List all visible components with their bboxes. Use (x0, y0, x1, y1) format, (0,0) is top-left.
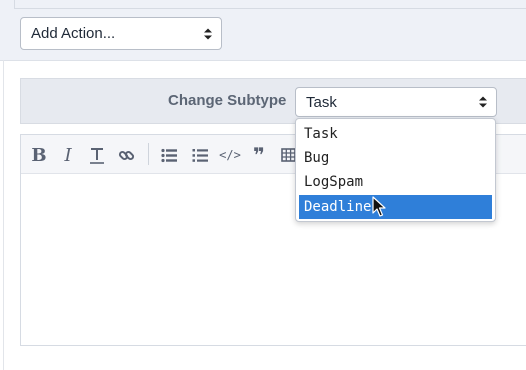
subtype-option-bug[interactable]: Bug (299, 146, 492, 170)
bold-icon[interactable]: B (30, 145, 48, 166)
subtype-option-logspam[interactable]: LogSpam (299, 170, 492, 194)
add-action-select[interactable]: Add Action... (20, 17, 222, 50)
add-action-value: Add Action... (31, 25, 116, 42)
mouse-cursor-icon (372, 196, 386, 217)
top-panel-edge (14, 0, 526, 9)
table-icon[interactable] (280, 145, 296, 165)
toolbar-divider (148, 143, 149, 165)
subtype-dropdown-list: Task Bug LogSpam Deadline (295, 118, 496, 222)
link-icon[interactable] (117, 145, 135, 165)
monospace-icon[interactable] (88, 145, 106, 165)
subtype-select[interactable]: Task (295, 87, 497, 117)
numbered-list-icon[interactable] (191, 145, 209, 165)
bulleted-list-icon[interactable] (160, 145, 178, 165)
italic-icon[interactable]: I (60, 145, 76, 166)
subtype-option-deadline[interactable]: Deadline (299, 195, 492, 219)
code-icon[interactable]: </> (219, 145, 241, 165)
select-arrows-icon (479, 96, 487, 108)
subtype-select-value: Task (306, 93, 337, 111)
change-subtype-label: Change Subtype (168, 92, 287, 109)
panel-left-border (3, 60, 4, 370)
quote-icon[interactable]: ❞ (250, 143, 268, 167)
subtype-option-task[interactable]: Task (299, 122, 492, 146)
select-arrows-icon (204, 28, 212, 39)
